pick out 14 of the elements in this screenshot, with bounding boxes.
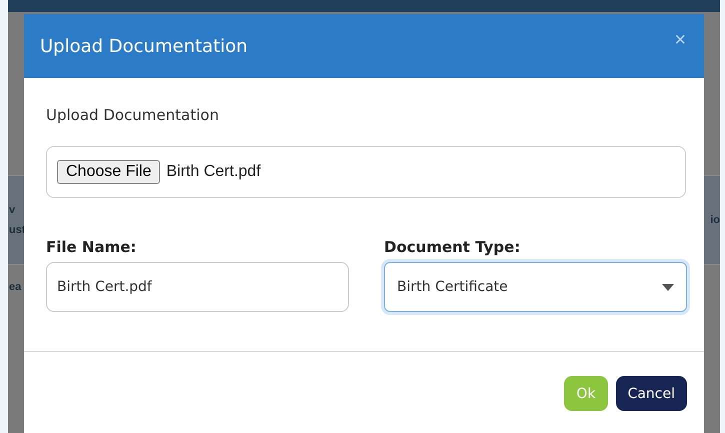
document-type-dropdown[interactable]: Birth Certificate: [384, 262, 687, 312]
file-input[interactable]: Choose File Birth Cert.pdf: [46, 146, 686, 198]
background-text: v: [8, 203, 16, 218]
selected-file-name: Birth Cert.pdf: [166, 163, 261, 181]
choose-file-button[interactable]: Choose File: [57, 160, 160, 184]
file-name-field[interactable]: Birth Cert.pdf: [46, 262, 349, 312]
background-text: io: [709, 213, 720, 228]
field-label: File Name:: [46, 238, 138, 256]
dialog-title: Upload Documentation: [40, 36, 248, 56]
upload-label: Upload Documentation: [46, 106, 220, 124]
dialog-button[interactable]: Cancel: [616, 376, 687, 411]
background-text: ea: [8, 280, 22, 295]
caret-icon: [662, 284, 674, 290]
field-label: Document Type:: [384, 238, 522, 256]
